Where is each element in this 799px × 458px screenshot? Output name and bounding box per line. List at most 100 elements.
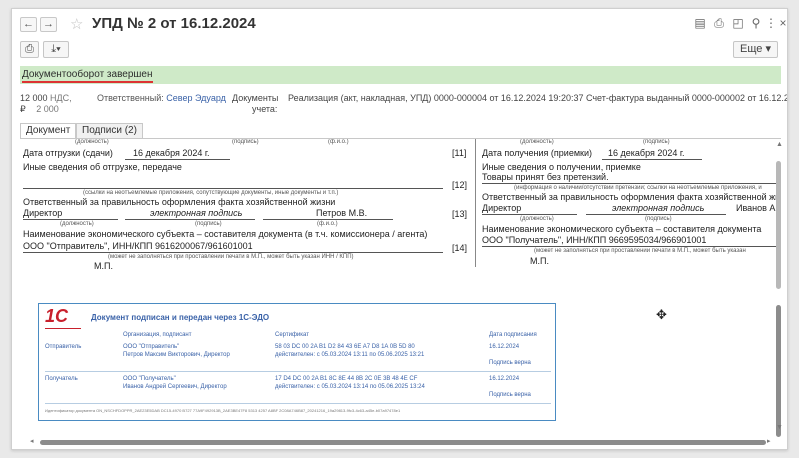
stamp-sender-cert: 58 03 DC 00 2A B1 D2 84 43 6E A7 D8 1A 0… [275,344,415,350]
caption-signature-right-2: (подпись) [645,216,672,222]
receiver-entity: ООО "Получатель", ИНН/КПП 9669595034/966… [482,235,707,245]
edo-signature-stamp: 1С Документ подписан и передан через 1С-… [38,303,556,421]
docs-label-1: Документы [232,93,279,103]
stamp-place: М.П. [94,261,113,271]
stamp-receiver-person: Иванов Андрей Сергеевич, Директор [123,384,227,390]
ref-14: [14] [452,243,468,253]
stamp-sender-sig: Подпись верна [489,360,531,366]
vertical-scroll-track [776,161,781,289]
docs-label-2: учета: [252,104,278,114]
scroll-down-icon[interactable]: ▼ [776,424,783,431]
download-button[interactable]: ⤓▾ [43,41,69,58]
status-bar: Документооборот завершен [20,66,781,84]
star-icon[interactable]: ☆ [70,15,83,33]
download-icon: ⤓▾ [51,43,61,55]
responsible-label: Ответственный: [97,93,164,103]
caption-position-right: (должность) [520,139,554,145]
stamp-receiver-org: ООО "Получатель" [123,376,176,382]
ref-11: [11] [452,148,467,158]
back-icon[interactable]: ← [20,17,37,32]
goods-accepted: Товары принят без претензий. [482,172,609,182]
underline [125,159,230,160]
sum-block: 12 000 НДС, ₽ 2 000 [20,93,72,115]
sender-position: Директор [23,208,63,218]
underline [263,219,393,220]
title-bar: ← → ☆ УПД № 2 от 16.12.2024 ▤ ⎙ ◰ ⚲ ⋮ × [12,9,787,39]
preview-icon[interactable]: ◰ [731,16,745,30]
receipt-stamp-place: М.П. [530,256,549,266]
status-text: Документооборот завершен [22,69,153,83]
scroll-up-icon[interactable]: ▲ [776,141,783,148]
close-icon[interactable]: × [776,16,787,30]
caption-fio: (ф.и.о.) [328,139,349,145]
caption-fio-2: (ф.и.о.) [317,221,338,227]
print-icon[interactable]: ⎙ [712,16,726,30]
receipt-responsible-label: Ответственный за правильность оформления… [482,192,781,202]
stamp-header-cert: Сертификат [275,332,309,338]
stamp-divider [45,403,551,404]
link-icon[interactable]: ⚲ [749,16,763,30]
caption-signature-right: (подпись) [643,139,670,145]
stamp-sender-valid: действителен: с 05.03.2024 13:11 по 05.0… [275,352,425,358]
receipt-entity-label: Наименование экономического субъекта – с… [482,224,762,234]
tab-document[interactable]: Документ [20,123,77,139]
window-title: УПД № 2 от 16.12.2024 [92,15,256,32]
scroll-right-icon[interactable]: ▸ [767,437,771,445]
docs-label-block: Документы учета: [232,93,278,115]
scroll-left-icon[interactable]: ◂ [30,437,34,445]
save-icon[interactable]: ▤ [693,16,707,30]
receipt-inn-caption: (может не заполняться при проставлении п… [534,248,746,254]
section-divider [475,139,476,267]
stamp-header-org: Организация, подписант [123,332,192,338]
stamp-sender-person: Петров Максим Викторович, Директор [123,352,230,358]
caption-signature-2: (подпись) [195,221,222,227]
responsible-block: Ответственный: Север Эдуард [97,93,226,104]
stamp-receiver-cert: 17 D4 DC 00 2A B1 8C 8E 44 8B 2C 0E 3B 4… [275,376,418,382]
1c-logo: 1С [45,306,69,326]
receipt-date-label: Дата получения (приемки) [482,148,592,158]
stamp-title: Документ подписан и передан через 1С-ЭДО [91,313,270,322]
accounting-docs-link[interactable]: Реализация (акт, накладная, УПД) 0000-00… [288,93,787,104]
tab-signatures[interactable]: Подписи (2) [76,123,143,139]
stamp-divider [45,371,551,372]
caption-position-right-2: (должность) [520,216,554,222]
underline [125,219,255,220]
underline [23,219,118,220]
stamp-receiver-date: 16.12.2024 [489,376,520,382]
vat-label: НДС, [50,93,72,103]
stamp-receiver-valid: действителен: с 05.03.2024 13:14 по 05.0… [275,384,425,390]
receipt-date-value: 16 декабря 2024 г. [608,148,685,158]
other-info-label: Иные сведения об отгрузке, передаче [23,162,182,172]
vertical-scroll-thumb[interactable] [776,305,781,437]
receipt-other-info-label: Иные сведения о получении, приемке [482,162,641,172]
sender-entity: ООО "Отправитель", ИНН/КПП 9616200067/96… [23,241,253,251]
shipment-date-value: 16 декабря 2024 г. [133,148,210,158]
inn-caption: (может не заполняться при проставлении п… [108,254,354,260]
print-button[interactable]: ⎙ [20,41,39,58]
sum-value: 12 000 [20,93,48,103]
horizontal-scroll-thumb[interactable] [40,440,766,445]
vertical-scrollbar[interactable] [775,149,783,441]
links-caption: (ссылки на неотъемлемые приложения, сопу… [83,190,339,196]
printer-icon: ⎙ [25,43,34,55]
stamp-sender-date: 16.12.2024 [489,344,520,350]
forward-icon[interactable]: → [40,17,57,32]
caption-signature: (подпись) [232,139,259,145]
underline [23,252,443,253]
ref-13: [13] [452,209,468,219]
sender-label: Отправитель [45,344,82,350]
info-caption: (информация о наличии/отсутствии претенз… [514,185,762,191]
plus-cursor-icon: ✥ [656,307,667,322]
underline [482,214,577,215]
responsible-link[interactable]: Север Эдуард [166,93,226,103]
stamp-document-id: Идентификатор документа ON_NSCHFDOPPR_2A… [45,408,401,413]
receiver-position: Директор [482,203,522,213]
caption-position-2: (должность) [60,221,94,227]
responsible-section-label: Ответственный за правильность оформления… [23,197,336,207]
stamp-header-date: Дата подписания [489,332,537,338]
more-button[interactable]: Еще ▾ [733,41,778,58]
ref-12: [12] [452,180,468,190]
stamp-receiver-sig: Подпись верна [489,392,531,398]
stamp-sender-org: ООО "Отправитель" [123,344,180,350]
vat-value: 2 000 [36,104,59,114]
